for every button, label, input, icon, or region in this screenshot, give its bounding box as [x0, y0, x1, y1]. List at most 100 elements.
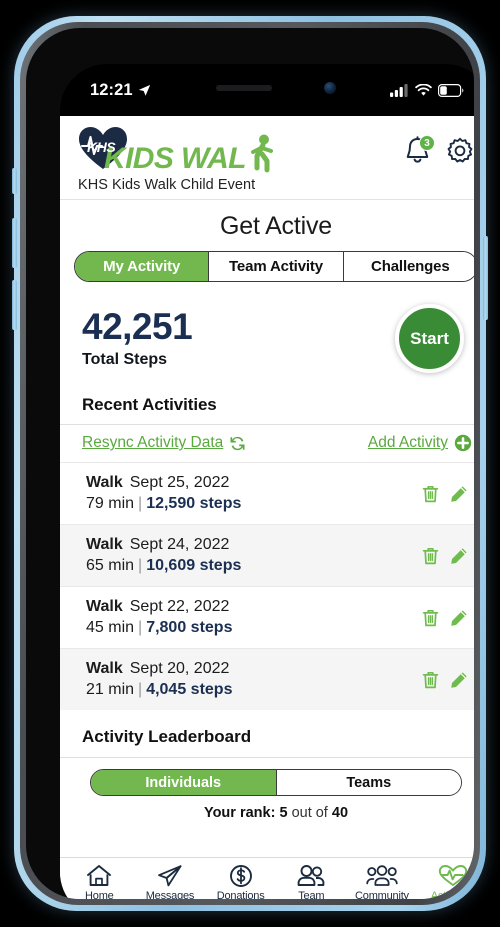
- activity-date: Sept 20, 2022: [129, 660, 230, 677]
- nav-item-team[interactable]: Team: [277, 864, 345, 899]
- status-time: 12:21: [90, 80, 133, 99]
- walking-person-icon: [251, 134, 273, 173]
- activity-date: Sept 25, 2022: [129, 474, 230, 491]
- resync-label: Resync Activity Data: [82, 434, 224, 451]
- volume-up-button[interactable]: [12, 218, 17, 268]
- logo-wordmark: KIDS WAL: [104, 142, 246, 175]
- steps-summary: 42,251 Total Steps Start: [60, 282, 474, 379]
- activity-steps: 10,609 steps: [146, 557, 242, 574]
- activity-separator: |: [138, 495, 143, 512]
- nav-item-donations[interactable]: Donations: [207, 864, 275, 899]
- rank-middle: out of: [291, 805, 328, 821]
- pencil-icon[interactable]: [450, 671, 468, 689]
- table-row[interactable]: Walk Sept 24, 2022 65 min | 10,609 steps: [60, 524, 474, 586]
- activity-row-actions: [422, 609, 472, 627]
- bottom-navigation-bar: Home Messages Donations Team Community A…: [60, 857, 474, 899]
- page-title: Get Active: [220, 212, 332, 240]
- rank-total: 40: [331, 805, 349, 821]
- resync-activity-data-button[interactable]: Resync Activity Data: [82, 434, 246, 452]
- activity-info: Walk Sept 25, 2022 79 min | 12,590 steps: [86, 474, 241, 513]
- refresh-icon: [230, 436, 245, 450]
- activity-type: Walk: [86, 660, 123, 677]
- activity-row-actions: [422, 547, 472, 565]
- nav-item-messages[interactable]: Messages: [136, 864, 204, 899]
- two-people-icon: [297, 865, 325, 886]
- activity-actions: Resync Activity Data Add Activity: [60, 425, 474, 462]
- battery-icon: [438, 83, 464, 97]
- leaderboard-heading: Activity Leaderboard: [82, 727, 252, 746]
- start-button[interactable]: Start: [395, 304, 464, 373]
- table-row[interactable]: Walk Sept 22, 2022 45 min | 7,800 steps: [60, 586, 474, 648]
- notifications-button[interactable]: 3: [404, 135, 435, 166]
- app-logo: KHS KIDS WAL: [78, 126, 283, 175]
- settings-button[interactable]: [446, 137, 474, 165]
- notification-badge: 3: [419, 135, 435, 151]
- trash-icon[interactable]: [422, 609, 439, 627]
- activity-date: Sept 24, 2022: [129, 536, 230, 553]
- nav-label-community: Community: [355, 890, 409, 899]
- activity-info: Walk Sept 24, 2022 65 min | 10,609 steps: [86, 536, 241, 575]
- plus-circle-icon: [454, 434, 472, 452]
- activity-type: Walk: [86, 598, 123, 615]
- trash-icon[interactable]: [422, 485, 439, 503]
- nav-item-community[interactable]: Community: [348, 864, 416, 899]
- recent-activities-heading: Recent Activities: [82, 395, 217, 414]
- location-arrow-icon: [138, 84, 150, 96]
- activity-duration: 21 min: [86, 681, 135, 698]
- nav-item-activity[interactable]: Activityyy: [419, 864, 474, 899]
- nav-label-donations: Donations: [216, 890, 265, 899]
- total-steps-label: Total Steps: [82, 351, 168, 368]
- home-icon: [87, 865, 112, 886]
- event-name: KHS Kids Walk Child Event: [78, 177, 256, 193]
- nav-label-home: Home: [85, 890, 114, 899]
- activity-separator: |: [138, 557, 143, 574]
- activity-row-actions: [422, 671, 472, 689]
- power-button[interactable]: [483, 236, 488, 320]
- activity-date: Sept 22, 2022: [129, 598, 230, 615]
- rank-prefix: Your rank:: [203, 805, 276, 821]
- activity-type: Walk: [86, 536, 123, 553]
- pencil-icon[interactable]: [450, 547, 468, 565]
- activity-tabs-wrap: My Activity Team Activity Challenges: [60, 251, 474, 282]
- leaderboard-toggle: Individuals Teams: [90, 769, 462, 796]
- activity-secondary-line: 65 min | 10,609 steps: [86, 557, 241, 575]
- trash-icon[interactable]: [422, 547, 439, 565]
- activity-list: Walk Sept 25, 2022 79 min|12,590 steps: [60, 462, 474, 710]
- tab-my-activity[interactable]: My Activity: [75, 252, 210, 281]
- rank-value: 5: [279, 805, 288, 821]
- three-people-icon: [366, 865, 398, 886]
- pencil-icon[interactable]: [450, 485, 468, 503]
- nav-item-home[interactable]: Home: [65, 864, 133, 899]
- activity-secondary-line: 45 min | 7,800 steps: [86, 619, 232, 637]
- app-scroll-body[interactable]: Get Active My Activity Team Activity Cha…: [60, 199, 474, 857]
- activity-steps: 7,800 steps: [146, 619, 233, 636]
- dollar-circle-icon: [229, 865, 252, 887]
- volume-down-button[interactable]: [12, 280, 17, 330]
- add-activity-button[interactable]: Add Activity: [368, 434, 472, 452]
- your-rank-text: Your rank: 5 out of 40: [60, 796, 474, 829]
- leaderboard-toggle-wrap: Individuals Teams: [60, 758, 474, 796]
- app-header: KHS KIDS WAL KHS Kids Walk Child Event 3: [60, 116, 474, 199]
- activity-tabs: My Activity Team Activity Challenges: [74, 251, 474, 282]
- tab-challenges[interactable]: Challenges: [343, 252, 474, 281]
- leaderboard-tab-teams[interactable]: Teams: [276, 770, 461, 795]
- app-container: KHS KIDS WAL KHS Kids Walk Child Event 3…: [60, 116, 474, 899]
- table-row[interactable]: Walk Sept 20, 2022 21 min | 4,045 steps: [60, 648, 474, 710]
- leaderboard-tab-individuals[interactable]: Individuals: [91, 770, 277, 795]
- status-indicators: [390, 83, 464, 97]
- pencil-icon[interactable]: [450, 609, 468, 627]
- dynamic-island: [202, 75, 350, 101]
- heart-pulse-icon: [438, 865, 467, 886]
- earpiece-speaker: [216, 85, 272, 91]
- trash-icon[interactable]: [422, 671, 439, 689]
- activity-steps: 12,590 steps: [146, 495, 242, 512]
- tab-team-activity[interactable]: Team Activity: [209, 252, 344, 281]
- activity-duration: 65 min: [86, 557, 135, 574]
- table-row[interactable]: Walk Sept 25, 2022 79 min | 12,590 steps: [60, 462, 474, 524]
- wifi-icon: [415, 83, 432, 96]
- silent-switch-button[interactable]: [12, 168, 17, 194]
- nav-label-team: Team: [298, 890, 325, 899]
- activity-secondary-line: 79 min | 12,590 steps: [86, 495, 241, 513]
- activity-primary-line: Walk Sept 22, 2022: [86, 598, 232, 616]
- brand-block: KHS KIDS WAL KHS Kids Walk Child Event: [78, 126, 283, 193]
